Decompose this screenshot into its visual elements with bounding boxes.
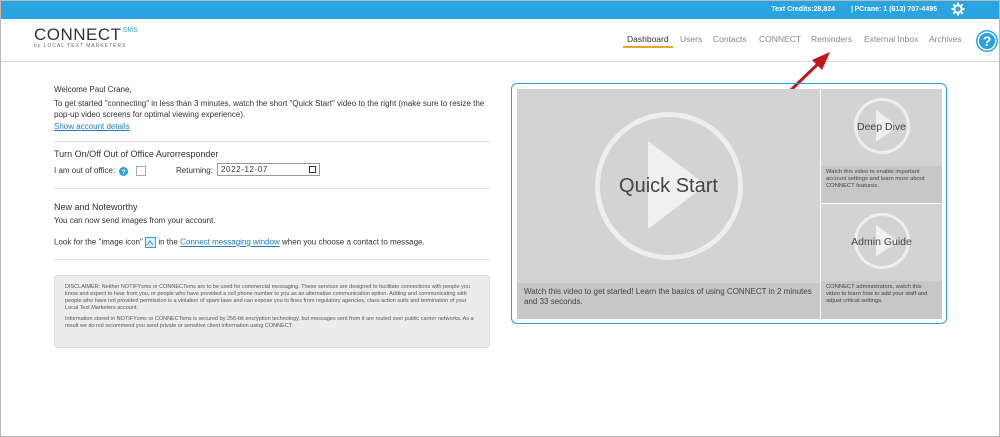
deep-dive-video[interactable]: Deep Dive — [821, 89, 942, 166]
connect-messaging-window-link[interactable]: Connect messaging window — [180, 238, 280, 247]
returning-date-input[interactable]: 2022-12-07 — [217, 163, 320, 176]
deep-dive-caption: Watch this video to enable important acc… — [821, 166, 942, 203]
info-icon[interactable]: ? — [119, 166, 129, 176]
welcome-section: Welcome Paul Crane, To get started "conn… — [54, 84, 490, 132]
admin-guide-caption: CONNECT administrators, watch this video… — [821, 281, 942, 319]
welcome-greeting: Welcome Paul Crane, — [54, 85, 132, 94]
nav-archives[interactable]: Archives — [929, 34, 962, 44]
disclaimer-security-text: Information stored in NOTIFYsms or CONNE… — [65, 316, 474, 329]
section-divider — [54, 141, 490, 142]
returning-label: Returning: — [176, 166, 213, 175]
deep-dive-title: Deep Dive — [856, 121, 907, 133]
logo-sms: SMS — [122, 27, 138, 34]
user-phone: PCrane: 1 (613) 707-4495 — [854, 6, 938, 13]
disclaimer-text: DISCLAIMER: Neither NOTIFYsms or CONNECT… — [65, 284, 470, 311]
nav-dashboard[interactable]: Dashboard — [627, 34, 669, 44]
news-line-2-before: Look for the "image icon" — [54, 237, 143, 247]
calendar-icon[interactable] — [309, 166, 316, 173]
gear-icon[interactable] — [951, 2, 965, 16]
quick-start-caption: Watch this video to get started! Learn t… — [517, 283, 820, 319]
connect-logo[interactable]: CONNECTSMS by LOCAL TEXT MARKETERS — [34, 25, 138, 49]
disclaimer-box: DISCLAIMER: Neither NOTIFYsms or CONNECT… — [54, 275, 490, 348]
out-of-office-label: I am out of office: — [54, 166, 116, 176]
svg-text:?: ? — [122, 169, 126, 176]
active-tab-underline — [623, 46, 673, 48]
svg-text:?: ? — [983, 33, 992, 49]
nav-users[interactable]: Users — [680, 34, 702, 44]
admin-guide-video[interactable]: Admin Guide — [821, 204, 942, 281]
topbar-separator: | — [851, 6, 853, 13]
text-credits: Text Credits:28,824 — [771, 6, 835, 13]
nav-external-inbox[interactable]: External Inbox — [864, 34, 918, 44]
quick-start-title: Quick Start — [619, 175, 718, 197]
news-title: New and Noteworthy — [54, 202, 138, 212]
header: CONNECTSMS by LOCAL TEXT MARKETERS Dashb… — [1, 19, 999, 62]
news-line-2-after: when you choose a contact to message. — [281, 237, 425, 247]
section-divider — [54, 188, 490, 189]
section-divider — [54, 259, 490, 260]
nav-reminders[interactable]: Reminders — [811, 34, 852, 44]
show-account-details-link[interactable]: Show account details — [54, 122, 130, 131]
nav-contacts[interactable]: Contacts — [713, 34, 747, 44]
logo-main: CONNECT — [34, 25, 122, 44]
nav-connect[interactable]: CONNECT — [759, 34, 801, 44]
quick-start-video[interactable]: Quick Start — [517, 89, 820, 284]
news-line-2-middle: in the — [158, 237, 178, 247]
news-line-1: You can now send images from your accoun… — [54, 216, 216, 225]
out-of-office-checkbox[interactable] — [135, 166, 146, 176]
image-icon — [145, 237, 157, 248]
question-mark-icon[interactable]: ? — [975, 29, 999, 53]
logo-tagline: by LOCAL TEXT MARKETERS — [34, 43, 127, 49]
welcome-intro: To get started "connecting" in less than… — [54, 99, 485, 119]
admin-guide-title: Admin Guide — [851, 236, 912, 248]
top-bar: Text Credits:28,824 | PCrane: 1 (613) 70… — [1, 1, 999, 19]
out-of-office-title: Turn On/Off Out of Office Aurorresponder — [54, 149, 219, 159]
video-panel: Quick Start Watch this video to get star… — [511, 83, 947, 324]
returning-date-value: 2022-12-07 — [221, 165, 268, 174]
